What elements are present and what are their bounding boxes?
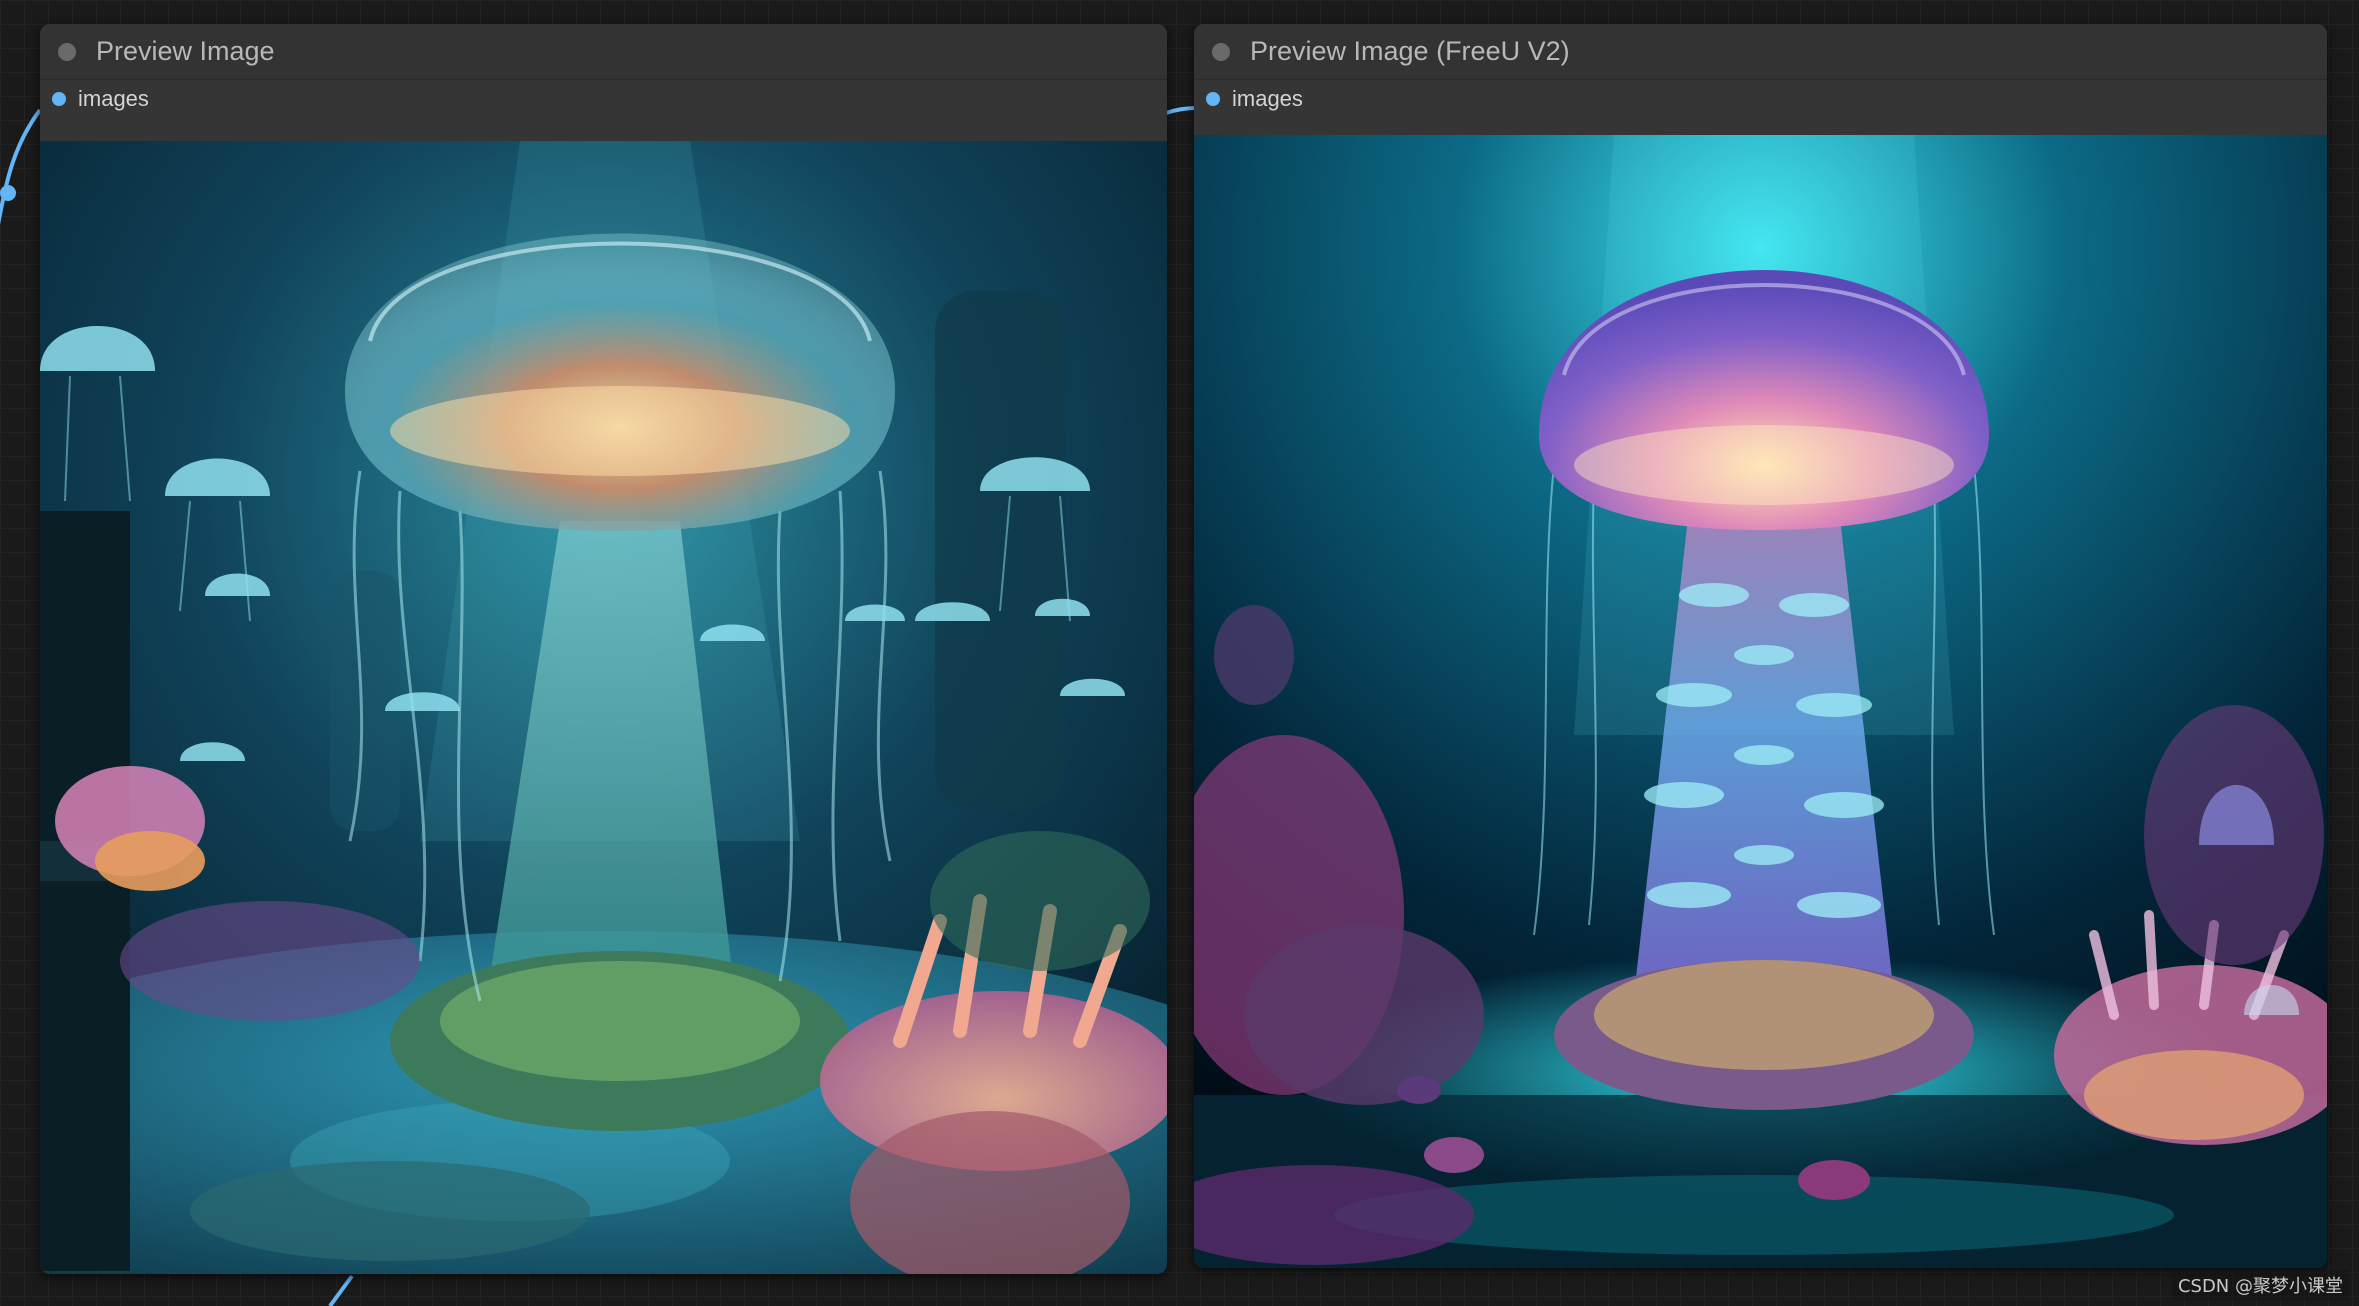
node-header[interactable]: Preview Image (FreeU V2) [1194,24,2327,80]
collapse-icon[interactable] [58,42,76,61]
input-slot-icon[interactable] [52,92,66,106]
watermark: CSDN @聚梦小课堂 [2171,1270,2349,1300]
link-wire-right [1165,106,1197,115]
input-slot-images[interactable]: images [40,80,1167,118]
link-midpoint-dot [0,185,16,201]
preview-image-node[interactable]: Preview Image images [40,24,1167,1274]
input-slot-images[interactable]: images [1194,80,2327,118]
jellyfish-image [40,141,1167,1274]
preview-image-freeu-node[interactable]: Preview Image (FreeU V2) images [1194,24,2327,1268]
image-preview[interactable] [1194,135,2327,1268]
node-title: Preview Image (FreeU V2) [1250,36,1570,66]
node-header[interactable]: Preview Image [40,24,1167,80]
node-title: Preview Image [96,36,275,66]
jellyfish-freeu-image [1194,135,2327,1268]
link-wire-left [0,108,42,225]
link-wire-bottom [328,1274,354,1306]
slot-label: images [78,86,149,111]
input-slot-icon[interactable] [1206,92,1220,106]
image-preview[interactable] [40,141,1167,1274]
slot-label: images [1232,86,1303,111]
collapse-icon[interactable] [1212,42,1230,61]
node-graph-canvas[interactable]: Preview Image images Preview Image (Free… [0,0,2359,1306]
